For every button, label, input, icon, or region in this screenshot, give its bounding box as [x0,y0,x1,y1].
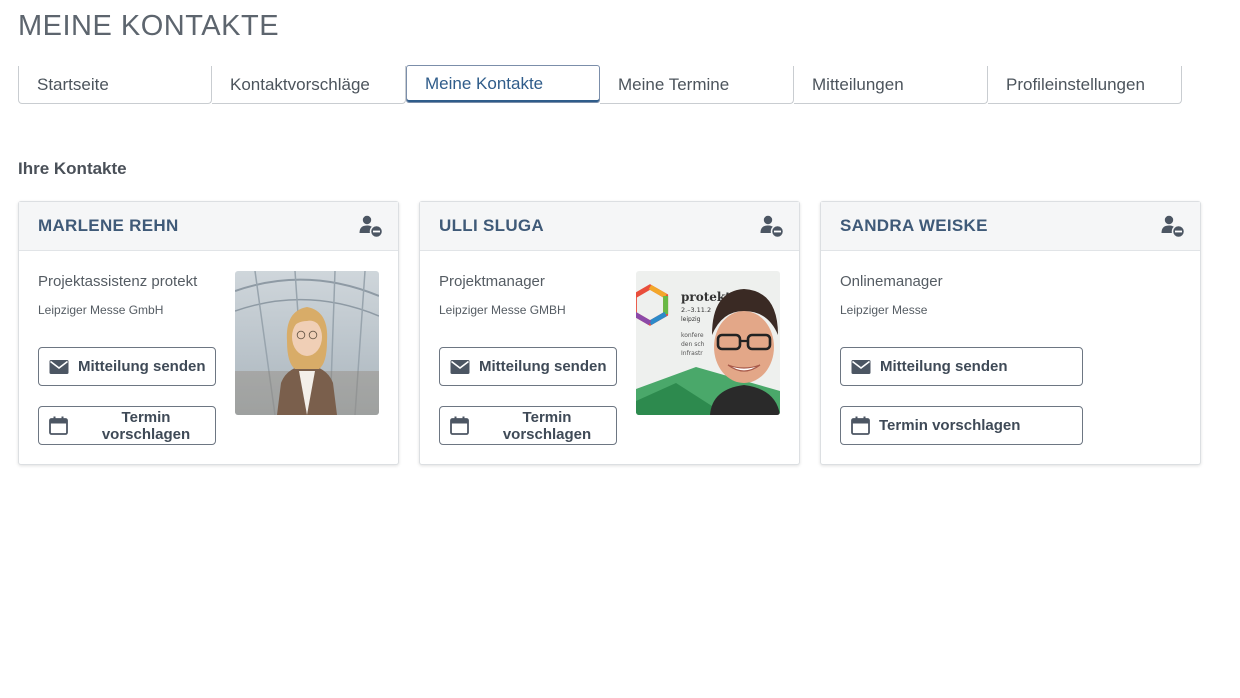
suggest-appointment-label: Termin vorschlagen [502,408,592,443]
send-message-button[interactable]: Mitteilung senden [840,347,1083,386]
contact-card: SANDRA WEISKE Onlinemanager Leipziger Me… [820,201,1201,465]
contact-photo: protekt 2.–3.11.2 leipzig konfere den sc… [636,271,780,415]
contact-role: Onlinemanager [840,273,943,290]
main-tabs: Startseite Kontaktvorschläge Meine Konta… [18,65,1182,105]
contact-name: ULLI SLUGA [439,216,544,235]
remove-contact-icon[interactable] [1160,213,1186,239]
contact-name: SANDRA WEISKE [840,216,988,235]
envelope-icon [49,359,69,374]
envelope-icon [450,359,470,374]
contact-card: MARLENE REHN Projektassistenz protekt Le… [18,201,399,465]
photo-poster-text: 2.–3.11.2 [681,306,711,314]
suggest-appointment-button[interactable]: Termin vorschlagen [840,406,1083,445]
send-message-label: Mitteilung senden [78,358,206,375]
tab-profileinstellungen[interactable]: Profileinstellungen [988,66,1182,104]
section-title: Ihre Kontakte [18,159,127,178]
photo-poster-text: den sch [681,341,705,348]
card-header: ULLI SLUGA [420,202,799,251]
calendar-icon [450,416,469,435]
card-header: MARLENE REHN [19,202,398,251]
contact-role: Projektassistenz protekt [38,273,198,290]
remove-contact-icon[interactable] [759,213,785,239]
send-message-label: Mitteilung senden [479,358,607,375]
photo-poster-text: leipzig [681,316,701,323]
suggest-appointment-label: Termin vorschlagen [101,408,191,443]
contact-photo [235,271,379,415]
suggest-appointment-label: Termin vorschlagen [879,417,1021,434]
send-message-label: Mitteilung senden [880,358,1008,375]
tab-meine-termine[interactable]: Meine Termine [600,66,794,104]
page-title: MEINE KONTAKTE [18,10,280,42]
photo-poster-text: Infrastr [681,350,703,357]
remove-contact-icon[interactable] [358,213,384,239]
contact-card: ULLI SLUGA Projektmanager Leipziger Mess… [419,201,800,465]
contact-company: Leipziger Messe [840,303,928,317]
contact-role: Projektmanager [439,273,545,290]
card-header: SANDRA WEISKE [821,202,1200,251]
calendar-icon [49,416,68,435]
contact-name: MARLENE REHN [38,216,179,235]
tab-meine-kontakte[interactable]: Meine Kontakte [406,65,600,103]
contact-company: Leipziger Messe GMBH [439,303,566,317]
envelope-icon [851,359,871,374]
send-message-button[interactable]: Mitteilung senden [38,347,216,386]
contact-company: Leipziger Messe GmbH [38,303,164,317]
tab-mitteilungen[interactable]: Mitteilungen [794,66,988,104]
send-message-button[interactable]: Mitteilung senden [439,347,617,386]
suggest-appointment-button[interactable]: Termin vorschlagen [38,406,216,445]
tab-startseite[interactable]: Startseite [18,66,212,104]
tab-kontaktvorschlaege[interactable]: Kontaktvorschläge [212,66,406,104]
suggest-appointment-button[interactable]: Termin vorschlagen [439,406,617,445]
photo-poster-text: konfere [681,332,704,339]
calendar-icon [851,416,870,435]
